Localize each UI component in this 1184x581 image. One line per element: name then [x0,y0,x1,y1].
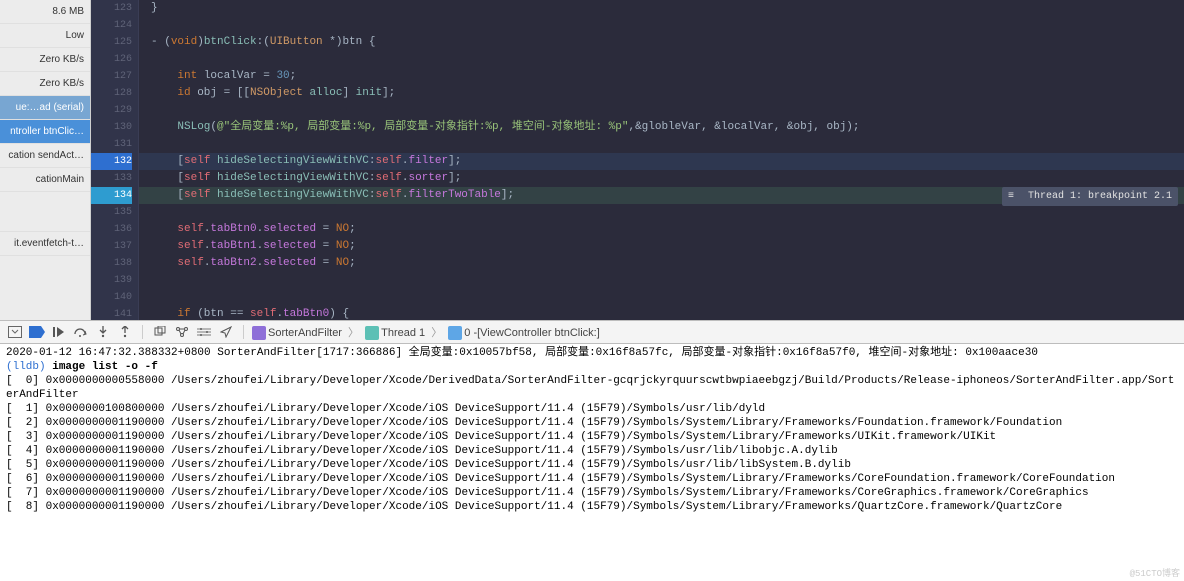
step-into-button[interactable] [94,324,112,340]
sidebar-item-label: ue:…ad (serial) [16,102,84,113]
watermark: @51CTO博客 [1130,566,1180,579]
lldb-console[interactable]: 2020-01-12 16:47:32.388332+0800 SorterAn… [0,344,1184,581]
sidebar-item-label: Low [66,30,84,41]
project-icon [252,326,266,340]
sidebar-item[interactable]: Zero KB/s [0,72,90,96]
step-over-button[interactable] [72,324,90,340]
breadcrumb[interactable]: SorterAndFilter 〉 Thread 1 〉 0 -[ViewCon… [252,324,600,340]
sidebar-item-label: Zero KB/s [40,54,84,65]
sidebar-item[interactable]: Low [0,24,90,48]
sidebar-item-frame[interactable]: cationMain [0,168,90,192]
sidebar-item-label: cation sendAct… [8,150,84,161]
frame-icon [448,326,462,340]
separator [142,325,143,339]
sidebar-item[interactable]: 8.6 MB [0,0,90,24]
breadcrumb-frame: -[ViewController btnClick:] [473,327,599,339]
sidebar-item-label: Zero KB/s [40,78,84,89]
sidebar-item-thread[interactable]: ue:…ad (serial) [0,96,90,120]
sidebar-item-label: cationMain [36,174,84,185]
sidebar-item-label: 8.6 MB [52,6,84,17]
sidebar-item [0,192,90,232]
debug-navigator-sidebar[interactable]: 8.6 MB Low Zero KB/s Zero KB/s ue:…ad (s… [0,0,91,320]
sidebar-item-frame[interactable]: ntroller btnClic… [0,120,90,144]
toggle-breakpoints-button[interactable] [28,324,46,340]
sidebar-item[interactable]: Zero KB/s [0,48,90,72]
debug-memory-graph-button[interactable] [173,324,191,340]
simulate-location-button[interactable] [217,324,235,340]
breadcrumb-frame-num: 0 [464,327,470,339]
override-environment-button[interactable] [195,324,213,340]
sidebar-item-label: ntroller btnClic… [10,126,84,137]
code-editor[interactable]: }- (void)btnClick:(UIButton *)btn { int … [139,0,1184,320]
thread-icon [365,326,379,340]
breakpoint-badge[interactable]: ≡ Thread 1: breakpoint 2.1 [1002,187,1178,206]
step-out-button[interactable] [116,324,134,340]
sidebar-item-frame[interactable]: cation sendAct… [0,144,90,168]
hide-debug-area-button[interactable] [6,324,24,340]
continue-button[interactable] [50,324,68,340]
chevron-right-icon: 〉 [348,327,359,339]
line-number-gutter[interactable]: 1231241251261271281291301311321331341351… [91,0,139,320]
breadcrumb-thread: Thread 1 [381,327,425,339]
chevron-right-icon: 〉 [431,327,442,339]
debug-toolbar: SorterAndFilter 〉 Thread 1 〉 0 -[ViewCon… [0,320,1184,344]
sidebar-item-label: it.eventfetch-t… [14,238,84,249]
sidebar-item-thread[interactable]: it.eventfetch-t… [0,232,90,256]
debug-view-hierarchy-button[interactable] [151,324,169,340]
separator [243,325,244,339]
breadcrumb-project: SorterAndFilter [268,327,342,339]
